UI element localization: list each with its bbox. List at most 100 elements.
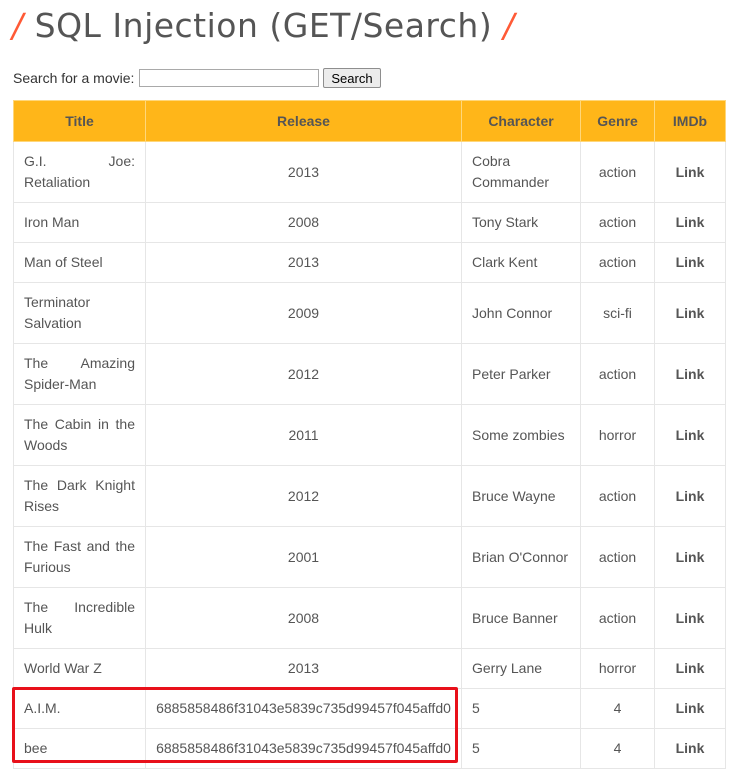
cell-character: Cobra Commander [461,141,581,203]
header-title: Title [13,100,146,142]
cell-imdb: Link [654,202,726,243]
cell-title: Terminator Salvation [13,282,146,344]
cell-imdb: Link [654,465,726,527]
table-header-row: Title Release Character Genre IMDb [13,100,726,142]
title-slash-right: / [503,6,515,45]
imdb-link[interactable]: Link [676,488,705,504]
cell-release: 2008 [145,587,462,649]
cell-imdb: Link [654,343,726,405]
cell-release: 2008 [145,202,462,243]
cell-imdb: Link [654,141,726,203]
table-row: World War Z 2013 Gerry Lane horror Link [13,648,726,689]
header-release: Release [145,100,462,142]
table-row: The Cabin in the Woods 2011 Some zombies ho… [13,404,726,466]
imdb-link[interactable]: Link [676,164,705,180]
page-title-text: SQL Injection (GET/Search) [34,6,493,45]
cell-character: John Connor [461,282,581,344]
imdb-link[interactable]: Link [676,549,705,565]
imdb-link[interactable]: Link [676,305,705,321]
cell-genre: action [580,465,655,527]
cell-genre: horror [580,648,655,689]
cell-release: 2013 [145,141,462,203]
cell-character: 5 [461,728,581,769]
cell-genre: action [580,526,655,588]
imdb-link[interactable]: Link [676,254,705,270]
cell-release: 2012 [145,465,462,527]
title-slash-left: / [12,6,24,45]
cell-release: 2009 [145,282,462,344]
imdb-link[interactable]: Link [676,700,705,716]
table-row: Terminator Salvation 2009 John Connor sci-f… [13,282,726,344]
header-character: Character [461,100,581,142]
table-row: The Amazing Spider-Man 2012 Peter Parker ac… [13,343,726,405]
table-body: G.I. Joe: Retaliation 2013 Cobra Commander… [13,141,726,769]
cell-title: The Fast and the Furious [13,526,146,588]
movies-table: Title Release Character Genre IMDb G.I. … [13,100,726,769]
cell-genre: action [580,587,655,649]
header-imdb: IMDb [654,100,726,142]
imdb-link[interactable]: Link [676,610,705,626]
cell-imdb: Link [654,282,726,344]
cell-character: Tony Stark [461,202,581,243]
cell-release: 2013 [145,242,462,283]
cell-imdb: Link [654,587,726,649]
cell-imdb: Link [654,728,726,769]
cell-character: Bruce Banner [461,587,581,649]
cell-title: A.I.M. [13,688,146,729]
cell-title: World War Z [13,648,146,689]
cell-character: 5 [461,688,581,729]
table-row: The Incredible Hulk 2008 Bruce Banner actio… [13,587,726,649]
table-row: G.I. Joe: Retaliation 2013 Cobra Commander… [13,141,726,203]
cell-genre: action [580,202,655,243]
cell-genre: action [580,242,655,283]
page-title: / SQL Injection (GET/Search) / [12,6,515,45]
imdb-link[interactable]: Link [676,427,705,443]
cell-genre: action [580,343,655,405]
cell-character: Gerry Lane [461,648,581,689]
cell-genre: 4 [580,728,655,769]
imdb-link[interactable]: Link [676,740,705,756]
table-row: The Dark Knight Rises 2012 Bruce Wayne acti… [13,465,726,527]
cell-genre: action [580,141,655,203]
search-label: Search for a movie: [13,70,135,86]
cell-imdb: Link [654,404,726,466]
table-row: The Fast and the Furious 2001 Brian O'Conn… [13,526,726,588]
cell-character: Brian O'Connor [461,526,581,588]
cell-genre: sci-fi [580,282,655,344]
cell-genre: horror [580,404,655,466]
imdb-link[interactable]: Link [676,366,705,382]
header-genre: Genre [580,100,655,142]
search-form: Search for a movie: Search [13,68,381,88]
imdb-link[interactable]: Link [676,660,705,676]
cell-title: The Dark Knight Rises [13,465,146,527]
cell-release: 2011 [145,404,462,466]
cell-imdb: Link [654,648,726,689]
cell-title: bee [13,728,146,769]
cell-release: 6885858486f31043e5839c735d99457f045affd0 [145,728,462,769]
cell-character: Some zombies [461,404,581,466]
cell-title: Man of Steel [13,242,146,283]
cell-release: 2012 [145,343,462,405]
cell-release: 6885858486f31043e5839c735d99457f045affd0 [145,688,462,729]
cell-character: Bruce Wayne [461,465,581,527]
cell-character: Peter Parker [461,343,581,405]
table-row: Man of Steel 2013 Clark Kent action Link [13,242,726,283]
cell-release: 2013 [145,648,462,689]
table-row: A.I.M. 6885858486f31043e5839c735d99457f04… [13,688,726,729]
cell-title: The Amazing Spider-Man [13,343,146,405]
imdb-link[interactable]: Link [676,214,705,230]
table-row: bee 6885858486f31043e5839c735d99457f045af… [13,728,726,769]
cell-imdb: Link [654,526,726,588]
cell-genre: 4 [580,688,655,729]
cell-title: Iron Man [13,202,146,243]
cell-character: Clark Kent [461,242,581,283]
cell-release: 2001 [145,526,462,588]
search-input[interactable] [139,69,320,87]
search-button[interactable]: Search [323,68,381,88]
cell-title: G.I. Joe: Retaliation [13,141,146,203]
cell-imdb: Link [654,242,726,283]
table-row: Iron Man 2008 Tony Stark action Link [13,202,726,243]
cell-title: The Cabin in the Woods [13,404,146,466]
cell-title: The Incredible Hulk [13,587,146,649]
cell-imdb: Link [654,688,726,729]
